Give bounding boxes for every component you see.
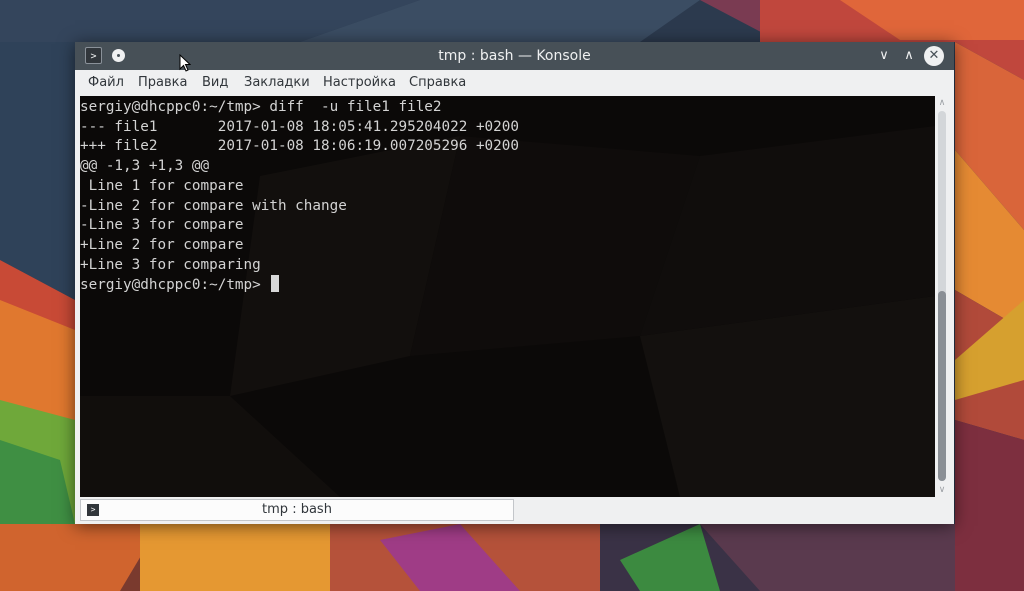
close-icon[interactable]: ✕ xyxy=(924,46,944,66)
scroll-down-icon[interactable]: ∨ xyxy=(935,483,949,497)
terminal-line: sergiy@dhcppc0:~/tmp> diff -u file1 file… xyxy=(80,99,442,115)
mouse-pointer-icon xyxy=(179,54,191,72)
menu-settings[interactable]: Настройка xyxy=(323,70,396,96)
terminal-line: -Line 3 for compare xyxy=(80,217,244,234)
tab-label: tmp : bash xyxy=(262,502,332,517)
terminal-line: Line 1 for compare xyxy=(80,177,244,194)
terminal-line: +Line 2 for compare xyxy=(80,236,244,253)
chevron-up-icon[interactable]: ∧ xyxy=(899,46,919,66)
terminal-output: sergiy@dhcppc0:~/tmp> diff -u file1 file… xyxy=(80,98,935,296)
vertical-scrollbar[interactable]: ∧ ∨ xyxy=(935,96,949,497)
terminal-line: @@ -1,3 +1,3 @@ xyxy=(80,158,210,175)
scrollbar-thumb[interactable] xyxy=(938,291,946,481)
scrollbar-track[interactable] xyxy=(938,111,946,481)
konsole-window: > tmp : bash — Konsole ∨ ∧ ✕ Файл Правка… xyxy=(75,42,954,524)
menu-bookmarks[interactable]: Закладки xyxy=(244,70,310,96)
window-title: tmp : bash — Konsole xyxy=(438,48,591,64)
menu-file[interactable]: Файл xyxy=(88,70,124,96)
chevron-down-icon[interactable]: ∨ xyxy=(874,46,894,66)
text-cursor xyxy=(271,275,280,293)
scroll-up-icon[interactable]: ∧ xyxy=(935,96,949,110)
terminal-line: +Line 3 for comparing xyxy=(80,256,261,273)
title-bar[interactable]: > tmp : bash — Konsole ∨ ∧ ✕ xyxy=(75,42,954,70)
terminal-prompt: sergiy@dhcppc0:~/tmp> xyxy=(80,277,270,294)
menu-bar: Файл Правка Вид Закладки Настройка Справ… xyxy=(75,70,954,96)
menu-help[interactable]: Справка xyxy=(409,70,466,96)
terminal-line: -Line 2 for compare with change xyxy=(80,197,347,214)
menu-edit[interactable]: Правка xyxy=(138,70,187,96)
terminal-line: --- file1 2017-01-08 18:05:41.295204022 … xyxy=(80,118,519,135)
terminal-line: +++ file2 2017-01-08 18:06:19.007205296 … xyxy=(80,138,519,155)
terminal-area[interactable]: sergiy@dhcppc0:~/tmp> diff -u file1 file… xyxy=(80,96,935,497)
tab-bar: > tmp : bash xyxy=(75,497,954,524)
tab-tmp-bash[interactable]: > tmp : bash xyxy=(80,499,514,521)
menu-view[interactable]: Вид xyxy=(202,70,228,96)
